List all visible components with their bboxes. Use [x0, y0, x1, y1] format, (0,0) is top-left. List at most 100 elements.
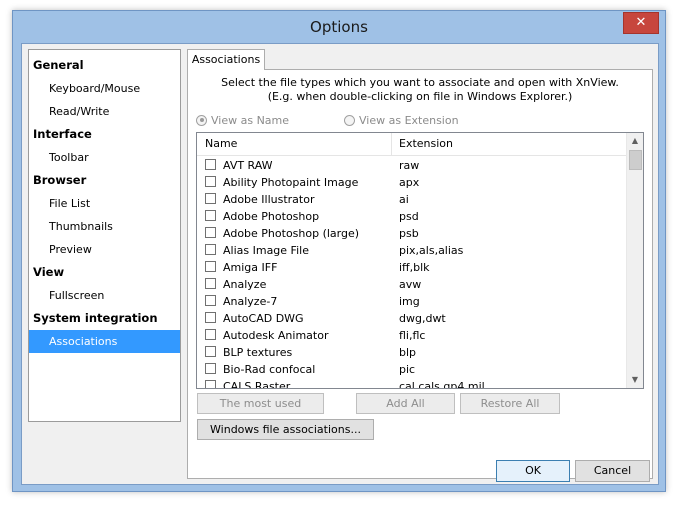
file-type-name: Adobe Photoshop: [223, 210, 320, 223]
column-divider[interactable]: [391, 133, 392, 155]
list-item[interactable]: Analyze avw: [197, 276, 627, 293]
dialog-body: General Keyboard/Mouse Read/Write Interf…: [21, 43, 659, 485]
checkbox[interactable]: [205, 329, 216, 340]
file-type-name: Analyze-7: [223, 295, 278, 308]
column-header-name[interactable]: Name: [205, 133, 237, 155]
nav-general[interactable]: General: [29, 54, 180, 77]
list-item[interactable]: CALS Raster cal,cals,gp4,mil: [197, 378, 627, 389]
instruction-example: (E.g. when double-clicking on file in Wi…: [267, 90, 573, 103]
file-type-extension: blp: [399, 346, 417, 359]
nav-read-write[interactable]: Read/Write: [29, 100, 180, 123]
scroll-thumb[interactable]: [629, 150, 642, 170]
file-type-name: CALS Raster: [223, 380, 291, 389]
options-window: Options ✕ General Keyboard/Mouse Read/Wr…: [12, 10, 666, 492]
list-scrollbar[interactable]: ▲ ▼: [626, 133, 643, 388]
file-type-name: AVT RAW: [223, 159, 273, 172]
file-type-name: Adobe Photoshop (large): [223, 227, 360, 240]
file-type-extension: raw: [399, 159, 420, 172]
instruction-text: Select the file types which you want to …: [221, 76, 619, 89]
window-title: Options: [310, 18, 368, 36]
file-type-extension: pic: [399, 363, 416, 376]
list-item[interactable]: AVT RAW raw: [197, 157, 627, 174]
file-type-name: BLP textures: [223, 346, 293, 359]
file-type-list: Name Extension AVT RAW raw Ability Photop…: [196, 132, 644, 389]
nav-preview[interactable]: Preview: [29, 238, 180, 261]
list-item[interactable]: BLP textures blp: [197, 344, 627, 361]
nav-fullscreen[interactable]: Fullscreen: [29, 284, 180, 307]
scroll-up-icon[interactable]: ▲: [627, 133, 643, 149]
the-most-used-button[interactable]: The most used: [197, 393, 324, 414]
close-button[interactable]: ✕: [623, 12, 659, 34]
checkbox[interactable]: [205, 346, 216, 357]
checkbox[interactable]: [205, 210, 216, 221]
nav-toolbar[interactable]: Toolbar: [29, 146, 180, 169]
file-type-name: Ability Photopaint Image: [223, 176, 359, 189]
settings-nav: General Keyboard/Mouse Read/Write Interf…: [28, 49, 181, 422]
file-type-name: Amiga IFF: [223, 261, 278, 274]
view-as-extension-label: View as Extension: [359, 113, 459, 127]
nav-interface[interactable]: Interface: [29, 123, 180, 146]
file-type-name: Bio-Rad confocal: [223, 363, 316, 376]
nav-keyboard-mouse[interactable]: Keyboard/Mouse: [29, 77, 180, 100]
checkbox[interactable]: [205, 176, 216, 187]
checkbox[interactable]: [205, 159, 216, 170]
file-type-extension: dwg,dwt: [399, 312, 446, 325]
list-item[interactable]: AutoCAD DWG dwg,dwt: [197, 310, 627, 327]
tab-associations[interactable]: Associations: [187, 49, 265, 70]
nav-browser[interactable]: Browser: [29, 169, 180, 192]
checkbox[interactable]: [205, 227, 216, 238]
file-type-extension: apx: [399, 176, 420, 189]
column-header-extension[interactable]: Extension: [399, 133, 453, 155]
file-type-extension: img: [399, 295, 420, 308]
list-item[interactable]: Adobe Photoshop psd: [197, 208, 627, 225]
file-type-name: Autodesk Animator: [223, 329, 329, 342]
list-item[interactable]: Bio-Rad confocal pic: [197, 361, 627, 378]
file-type-extension: fli,flc: [399, 329, 426, 342]
close-icon: ✕: [635, 15, 647, 30]
nav-system-integration[interactable]: System integration: [29, 307, 180, 330]
restore-all-button[interactable]: Restore All: [460, 393, 560, 414]
file-type-extension: psd: [399, 210, 419, 223]
list-item[interactable]: Ability Photopaint Image apx: [197, 174, 627, 191]
checkbox[interactable]: [205, 261, 216, 272]
file-type-name: Adobe Illustrator: [223, 193, 315, 206]
file-type-name: AutoCAD DWG: [223, 312, 304, 325]
file-type-name: Alias Image File: [223, 244, 309, 257]
associations-panel: Select the file types which you want to …: [187, 69, 653, 479]
list-item[interactable]: Adobe Illustrator ai: [197, 191, 627, 208]
checkbox[interactable]: [205, 380, 216, 388]
cancel-button[interactable]: Cancel: [575, 460, 650, 482]
file-type-extension: pix,als,alias: [399, 244, 464, 257]
list-item[interactable]: Adobe Photoshop (large) psb: [197, 225, 627, 242]
list-item[interactable]: Amiga IFF iff,blk: [197, 259, 627, 276]
file-type-extension: cal,cals,gp4,mil: [399, 380, 485, 389]
checkbox[interactable]: [205, 295, 216, 306]
checkbox[interactable]: [205, 278, 216, 289]
list-item[interactable]: Autodesk Animator fli,flc: [197, 327, 627, 344]
checkbox[interactable]: [205, 363, 216, 374]
windows-file-associations-button[interactable]: Windows file associations...: [197, 419, 374, 440]
ok-button[interactable]: OK: [496, 460, 570, 482]
view-as-name-label: View as Name: [211, 113, 290, 127]
nav-file-list[interactable]: File List: [29, 192, 180, 215]
view-as-name-radio[interactable]: View as Name: [196, 113, 289, 127]
checkbox[interactable]: [205, 244, 216, 255]
nav-associations[interactable]: Associations: [29, 330, 180, 353]
list-item[interactable]: Alias Image File pix,als,alias: [197, 242, 627, 259]
file-type-extension: ai: [399, 193, 409, 206]
add-all-button[interactable]: Add All: [356, 393, 455, 414]
file-type-extension: avw: [399, 278, 422, 291]
title-bar[interactable]: Options ✕: [13, 11, 665, 43]
list-header: Name Extension: [197, 133, 627, 156]
checkbox[interactable]: [205, 193, 216, 204]
radio-selected-icon: [196, 114, 207, 126]
scroll-down-icon[interactable]: ▼: [627, 372, 643, 388]
nav-thumbnails[interactable]: Thumbnails: [29, 215, 180, 238]
view-as-extension-radio[interactable]: View as Extension: [344, 113, 459, 127]
file-type-extension: psb: [399, 227, 419, 240]
checkbox[interactable]: [205, 312, 216, 323]
nav-view[interactable]: View: [29, 261, 180, 284]
file-type-name: Analyze: [223, 278, 267, 291]
list-item[interactable]: Analyze-7 img: [197, 293, 627, 310]
file-type-extension: iff,blk: [399, 261, 430, 274]
